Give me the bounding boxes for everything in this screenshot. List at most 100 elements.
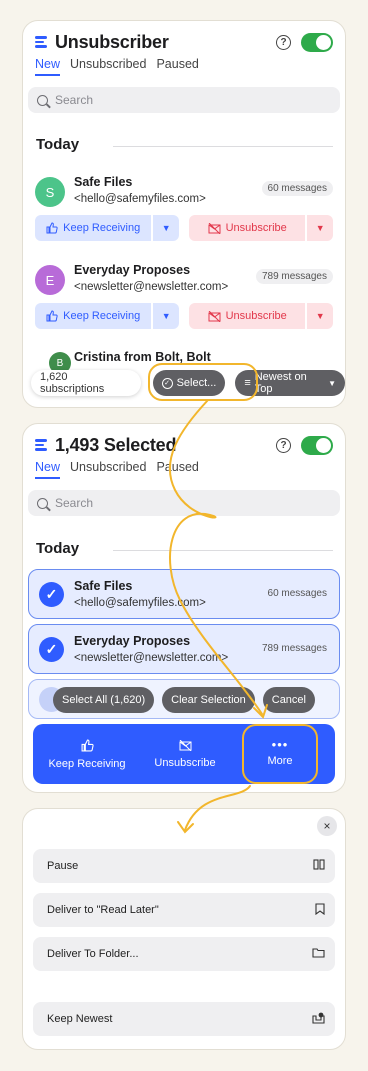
menu-item-label: Pause bbox=[47, 860, 79, 872]
sender-email: <hello@safemyfiles.com> bbox=[74, 597, 206, 609]
chevron-down-icon: ▼ bbox=[328, 378, 336, 388]
unsubscriber-panel: Unsubscriber ? New Unsubscribed Paused S… bbox=[22, 20, 346, 408]
header: 1,493 Selected ? bbox=[35, 430, 333, 460]
thumbs-up-icon bbox=[81, 739, 94, 751]
menu-item-keep-newest[interactable]: Keep Newest bbox=[33, 1002, 335, 1036]
message-count-badge: 60 messages bbox=[261, 181, 333, 196]
chevron-down-icon: ▼ bbox=[161, 223, 171, 233]
keep-receiving-label: Keep Receiving bbox=[48, 757, 126, 770]
menu-item-pause[interactable]: Pause bbox=[33, 849, 335, 883]
tab-bar: New Unsubscribed Paused bbox=[35, 460, 199, 479]
sender-name: Cristina from Bolt, Bolt bbox=[74, 350, 211, 364]
tab-unsubscribed[interactable]: Unsubscribed bbox=[70, 460, 146, 479]
sender-name: Everyday Proposes bbox=[74, 634, 191, 648]
chevron-down-icon: ▼ bbox=[161, 311, 171, 321]
bookmark-icon bbox=[315, 902, 325, 918]
search-placeholder: Search bbox=[55, 496, 94, 510]
help-icon[interactable]: ? bbox=[276, 34, 291, 50]
keep-receiving-button[interactable]: Keep Receiving bbox=[35, 303, 152, 329]
sender-name: Safe Files bbox=[74, 175, 133, 189]
section-title: Today bbox=[36, 136, 80, 153]
checkmark-icon[interactable]: ✓ bbox=[39, 637, 64, 662]
checkmark-icon[interactable]: ✓ bbox=[39, 582, 64, 607]
clear-selection-button[interactable]: Clear Selection bbox=[162, 687, 255, 713]
sender-name: Safe Files bbox=[74, 579, 133, 593]
mute-mail-icon bbox=[179, 739, 191, 751]
header: Unsubscriber ? bbox=[35, 27, 333, 57]
sender-actions: Keep Receiving ▼ Unsubscribe ▼ bbox=[35, 215, 333, 241]
unsubscribe-button[interactable]: Unsubscribe bbox=[189, 215, 306, 241]
help-icon[interactable]: ? bbox=[276, 437, 291, 453]
inbox-clock-icon bbox=[312, 1012, 325, 1027]
sender-name: Everyday Proposes bbox=[74, 263, 191, 277]
unsubscribe-dropdown-button[interactable]: ▼ bbox=[307, 215, 333, 241]
keep-receiving-action[interactable]: Keep Receiving bbox=[37, 724, 137, 784]
list-item[interactable]: E Everyday Proposes <newsletter@newslett… bbox=[35, 263, 333, 297]
section-divider bbox=[113, 146, 333, 147]
highlight-ring bbox=[148, 363, 258, 401]
unsubscribe-label: Unsubscribe bbox=[225, 310, 287, 322]
selected-list-item[interactable]: ✓ Everyday Proposes <newsletter@newslett… bbox=[28, 624, 340, 674]
search-placeholder: Search bbox=[55, 93, 94, 107]
unsubscribe-dropdown-button[interactable]: ▼ bbox=[307, 303, 333, 329]
subscriptions-count: 1,620 subscriptions bbox=[31, 370, 141, 396]
menu-item-label: Keep Newest bbox=[47, 1013, 113, 1025]
chevron-down-icon: ▼ bbox=[315, 311, 325, 321]
pause-icon bbox=[313, 859, 325, 873]
unsubscribe-label: Unsubscribe bbox=[225, 222, 287, 234]
selected-list-item[interactable]: ✓ Safe Files <hello@safemyfiles.com> 60 … bbox=[28, 569, 340, 619]
list-item[interactable]: S Safe Files <hello@safemyfiles.com> 60 … bbox=[35, 175, 333, 209]
message-count-badge: 789 messages bbox=[255, 269, 333, 284]
selection-toolbar: Select All (1,620) Clear Selection Cance… bbox=[53, 685, 315, 715]
section-title: Today bbox=[36, 540, 80, 557]
unsubscribe-action[interactable]: Unsubscribe bbox=[137, 724, 233, 784]
search-icon bbox=[37, 497, 48, 509]
sort-label: Newest on Top bbox=[254, 371, 307, 395]
keep-receiving-label: Keep Receiving bbox=[63, 310, 141, 322]
tab-new[interactable]: New bbox=[35, 460, 61, 479]
chevron-down-icon: ▼ bbox=[315, 223, 325, 233]
enable-toggle[interactable] bbox=[301, 435, 333, 455]
page-title: Unsubscriber bbox=[55, 31, 169, 52]
search-icon bbox=[37, 94, 48, 106]
message-count: 789 messages bbox=[261, 643, 327, 654]
search-input[interactable]: Search bbox=[28, 87, 340, 113]
unsubscribe-label: Unsubscribe bbox=[154, 756, 216, 769]
keep-receiving-button[interactable]: Keep Receiving bbox=[35, 215, 152, 241]
avatar: E bbox=[35, 265, 65, 295]
folder-icon bbox=[312, 947, 325, 961]
menu-icon[interactable] bbox=[35, 35, 49, 49]
menu-item-folder[interactable]: Deliver To Folder... bbox=[33, 937, 335, 971]
search-input[interactable]: Search bbox=[28, 490, 340, 516]
avatar: S bbox=[35, 177, 65, 207]
more-menu-panel: × Pause Deliver to "Read Later" Deliver … bbox=[22, 808, 346, 1050]
menu-icon[interactable] bbox=[35, 438, 49, 452]
sender-email: <newsletter@newsletter.com> bbox=[74, 652, 229, 664]
keep-receiving-label: Keep Receiving bbox=[63, 222, 141, 234]
keep-dropdown-button[interactable]: ▼ bbox=[153, 215, 179, 241]
section-divider bbox=[113, 550, 333, 551]
selection-panel: 1,493 Selected ? New Unsubscribed Paused… bbox=[22, 423, 346, 793]
mute-mail-icon bbox=[208, 222, 221, 234]
tab-unsubscribed[interactable]: Unsubscribed bbox=[70, 57, 146, 76]
sender-email: <newsletter@newsletter.com> bbox=[74, 281, 229, 293]
unsubscribe-button[interactable]: Unsubscribe bbox=[189, 303, 306, 329]
thumbs-up-icon bbox=[46, 310, 58, 322]
keep-dropdown-button[interactable]: ▼ bbox=[153, 303, 179, 329]
tab-new[interactable]: New bbox=[35, 57, 61, 76]
sender-email: <hello@safemyfiles.com> bbox=[74, 193, 206, 205]
menu-item-label: Deliver To Folder... bbox=[47, 948, 139, 960]
cancel-button[interactable]: Cancel bbox=[262, 687, 315, 713]
tab-paused[interactable]: Paused bbox=[156, 57, 198, 76]
highlight-ring bbox=[242, 724, 318, 784]
menu-item-read-later[interactable]: Deliver to "Read Later" bbox=[33, 893, 335, 927]
tab-paused[interactable]: Paused bbox=[156, 460, 198, 479]
close-icon[interactable]: × bbox=[317, 816, 337, 836]
mute-mail-icon bbox=[208, 310, 221, 322]
select-all-button[interactable]: Select All (1,620) bbox=[53, 687, 155, 713]
thumbs-up-icon bbox=[46, 222, 58, 234]
tab-bar: New Unsubscribed Paused bbox=[35, 57, 199, 76]
enable-toggle[interactable] bbox=[301, 32, 333, 52]
sender-actions: Keep Receiving ▼ Unsubscribe ▼ bbox=[35, 303, 333, 329]
page-title: 1,493 Selected bbox=[55, 434, 177, 455]
